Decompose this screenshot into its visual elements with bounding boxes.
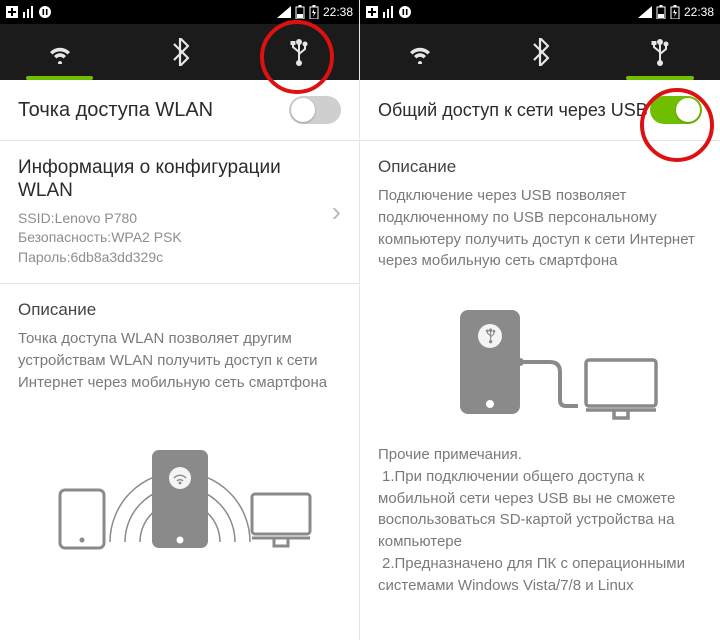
bars-icon [22,6,34,18]
battery2-icon [309,5,319,19]
wlan-config-row[interactable]: Информация о конфигурации WLAN SSID:Leno… [0,141,359,284]
usb-illustration [378,290,702,430]
clock: 22:38 [684,5,714,19]
wlan-security: Безопасность:WPA2 PSK [18,228,324,248]
wifi-icon [405,40,435,64]
clock: 22:38 [323,5,353,19]
usb-icon [648,38,672,66]
status-bar: 22:38 [0,0,359,24]
wlan-description-row: Описание Точка доступа WLAN позволяет др… [0,284,359,567]
notes-item-1: 1.При подключении общего доступа к мобил… [378,466,702,553]
usb-tether-switch[interactable] [650,96,702,124]
wlan-hotspot-switch[interactable] [289,96,341,124]
usb-description-row: Описание Подключение через USB позволяет… [360,141,720,612]
usb-tether-label: Общий доступ к сети через USB [378,100,648,121]
tab-wifi[interactable] [360,24,480,80]
screen-wlan-hotspot: 22:38 Точка доступа WLAN Информация о ко… [0,0,360,640]
battery2-icon [670,5,680,19]
content-area: Общий доступ к сети через USB Описание П… [360,80,720,640]
battery1-icon [656,5,666,19]
bluetooth-icon [530,38,550,66]
wlan-hotspot-toggle-row[interactable]: Точка доступа WLAN [0,80,359,141]
wlan-desc-heading: Описание [18,300,341,320]
status-bar: 22:38 [360,0,720,24]
signal-icon [638,6,652,18]
plus-icon [6,6,18,18]
wlan-config-title: Информация о конфигурации WLAN [18,157,324,203]
usb-icon [287,38,311,66]
wlan-ssid: SSID:Lenovo P780 [18,209,324,229]
battery1-icon [295,5,305,19]
wlan-illustration [18,412,341,552]
pause-circle-icon [398,5,412,19]
signal-icon [277,6,291,18]
screen-usb-tether: 22:38 Общий доступ к сети через USB Опис… [360,0,720,640]
hotspot-illustration-icon [30,412,330,552]
wifi-icon [45,40,75,64]
plus-icon [366,6,378,18]
tab-wifi[interactable] [0,24,120,80]
pause-circle-icon [38,5,52,19]
bars-icon [382,6,394,18]
wlan-desc-text: Точка доступа WLAN позволяет другим устр… [18,328,341,393]
bluetooth-icon [170,38,190,66]
tab-bar [0,24,359,80]
tab-usb[interactable] [239,24,359,80]
tab-bluetooth[interactable] [120,24,240,80]
tab-bar [360,24,720,80]
usb-desc-heading: Описание [378,157,702,177]
content-area: Точка доступа WLAN Информация о конфигур… [0,80,359,640]
usb-desc-text: Подключение через USB позволяет подключе… [378,185,702,272]
usb-tether-toggle-row[interactable]: Общий доступ к сети через USB [360,80,720,141]
notes-item-2: 2.Предназначено для ПК с операционными с… [378,553,702,597]
wlan-hotspot-label: Точка доступа WLAN [18,99,213,122]
tab-bluetooth[interactable] [480,24,600,80]
usb-tether-illustration-icon [390,300,690,430]
chevron-right-icon: › [324,196,341,228]
notes-heading: Прочие примечания. [378,444,702,466]
wlan-password: Пароль:6db8a3dd329c [18,248,324,268]
tab-usb[interactable] [600,24,720,80]
